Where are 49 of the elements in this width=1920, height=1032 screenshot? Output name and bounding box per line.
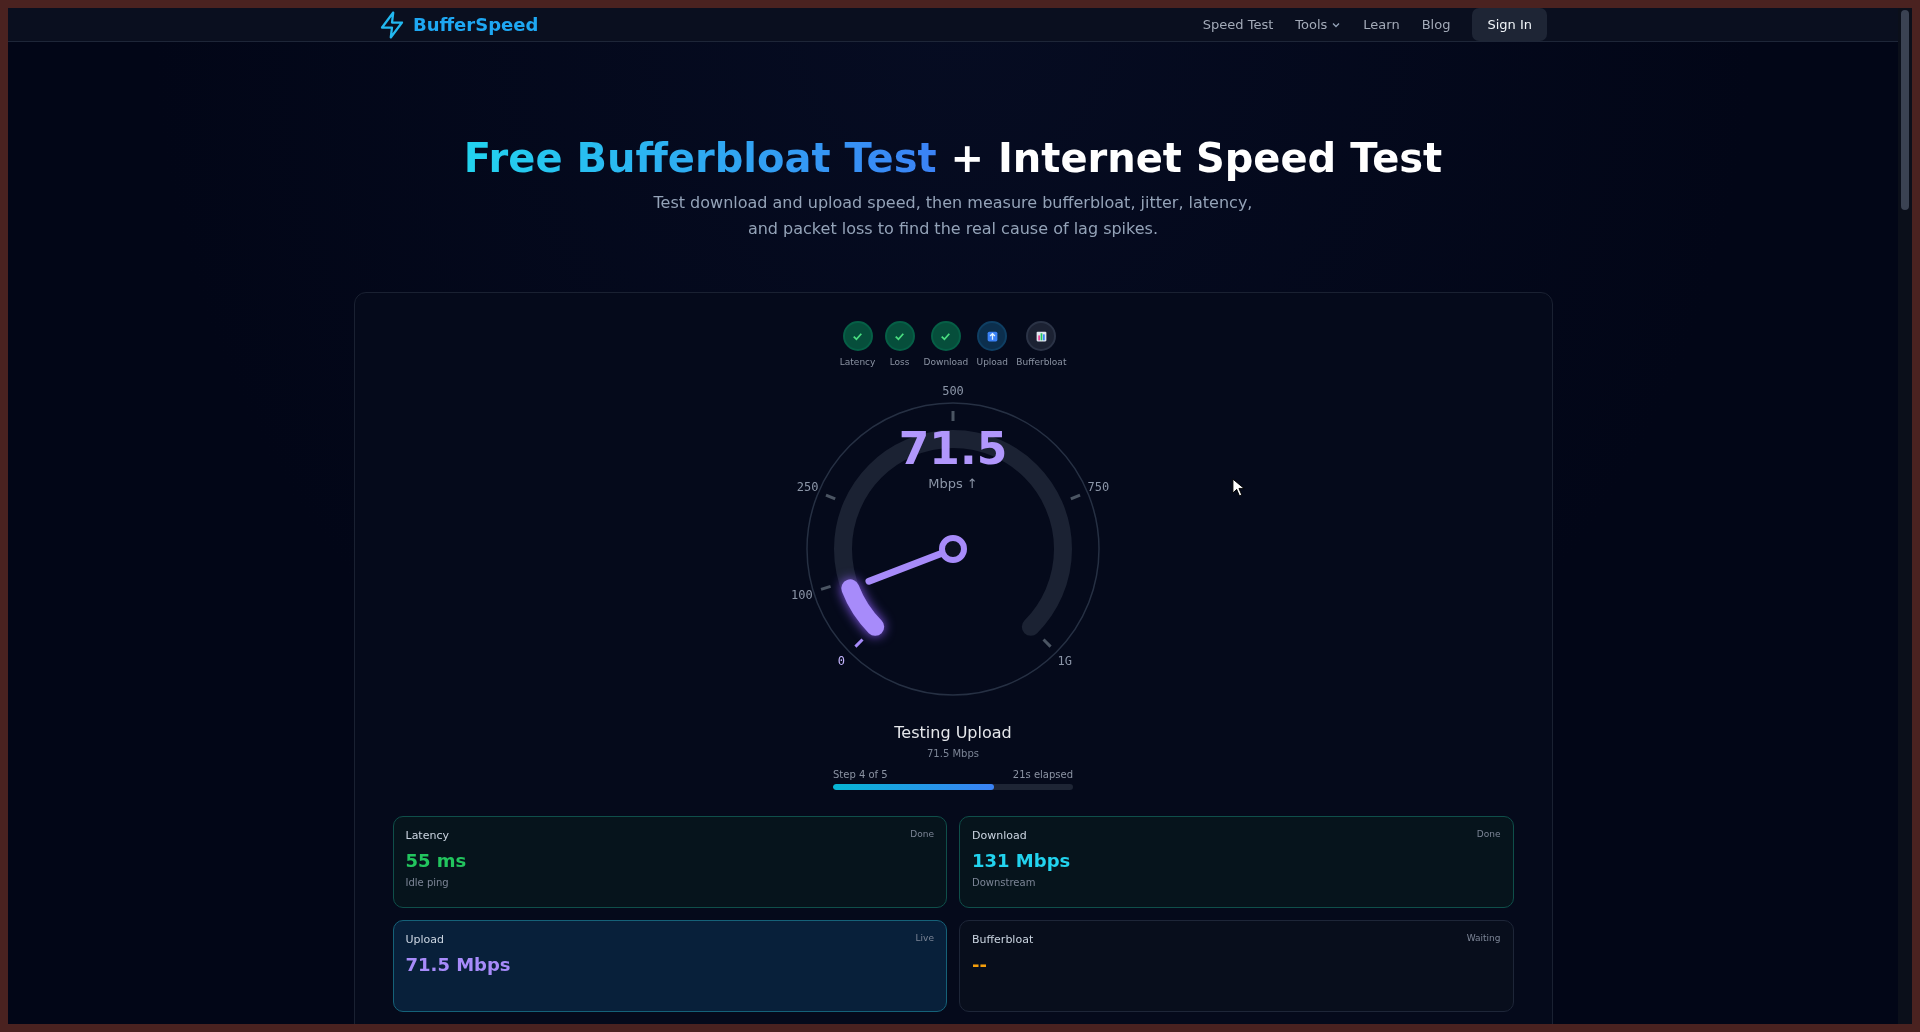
gauge-tick-label: 1G bbox=[1057, 653, 1072, 668]
gauge-tick-label: 250 bbox=[796, 480, 819, 495]
step-label: Loss bbox=[889, 357, 910, 367]
card-status: Done bbox=[1476, 829, 1501, 841]
nav-link[interactable]: Blog bbox=[1421, 17, 1451, 32]
gauge-tick-label: 500 bbox=[942, 384, 964, 398]
test-status-title: Testing Upload bbox=[894, 723, 1012, 742]
card-note: Downstream bbox=[972, 877, 1037, 888]
gauge-tick bbox=[825, 493, 836, 501]
step-label: Upload bbox=[976, 357, 1009, 367]
sign-in-button[interactable]: Sign In bbox=[1472, 8, 1547, 41]
page-subtitle: Test download and upload speed, then measure bufferbloat, jitter, latency, and packet loss to find the real cause of lag spikes. bbox=[653, 192, 1253, 240]
scrollbar-thumb[interactable] bbox=[1901, 10, 1909, 210]
gauge-tick bbox=[1042, 638, 1052, 648]
card-value: 55 ms bbox=[405, 850, 468, 871]
page-title: Free Bufferbloat Test + Internet Speed Test bbox=[463, 134, 1443, 182]
gauge-tick bbox=[820, 585, 832, 591]
card-status: Waiting bbox=[1466, 933, 1501, 945]
gauge-tick bbox=[1070, 493, 1081, 501]
nav-link[interactable]: Tools bbox=[1295, 17, 1342, 32]
card-status: Done bbox=[910, 829, 934, 841]
step-label: Download bbox=[923, 357, 969, 367]
gauge-tick bbox=[854, 638, 864, 648]
card-value: 71.5 Mbps bbox=[405, 954, 512, 975]
card-label: Latency bbox=[405, 829, 449, 842]
gauge-tick bbox=[951, 411, 955, 421]
card-value: -- bbox=[972, 954, 988, 975]
bar-chart-icon bbox=[1034, 329, 1048, 343]
step-label: Bufferbloat bbox=[1016, 357, 1067, 367]
speed-reading: 71.5 bbox=[898, 423, 1008, 474]
card-note: Idle ping bbox=[405, 877, 450, 888]
card-label: Upload bbox=[405, 933, 445, 946]
elapsed-time: 21s elapsed bbox=[1012, 769, 1073, 780]
nav-link[interactable]: Learn bbox=[1363, 17, 1400, 32]
gauge-tick-label: 750 bbox=[1087, 480, 1110, 495]
card-label: Bufferbloat bbox=[972, 933, 1034, 946]
card-value: 131 Mbps bbox=[972, 850, 1072, 871]
test-status-detail: 71.5 Mbps bbox=[927, 748, 979, 759]
brand-logo-link[interactable]: BufferSpeed bbox=[377, 9, 539, 40]
card-status: Live bbox=[915, 933, 934, 945]
speed-unit: Mbps ↑ bbox=[928, 476, 978, 491]
mouse-pointer-icon bbox=[1232, 478, 1245, 497]
gauge-fill bbox=[841, 579, 885, 636]
step-counter: Step 4 of 5 bbox=[833, 769, 888, 780]
gauge-tick-label: 0 bbox=[837, 653, 845, 668]
nav-link[interactable]: Speed Test bbox=[1202, 17, 1274, 32]
gauge-tick-label: 100 bbox=[791, 588, 813, 603]
card-label: Download bbox=[972, 829, 1027, 842]
step-label: Latency bbox=[839, 357, 876, 367]
